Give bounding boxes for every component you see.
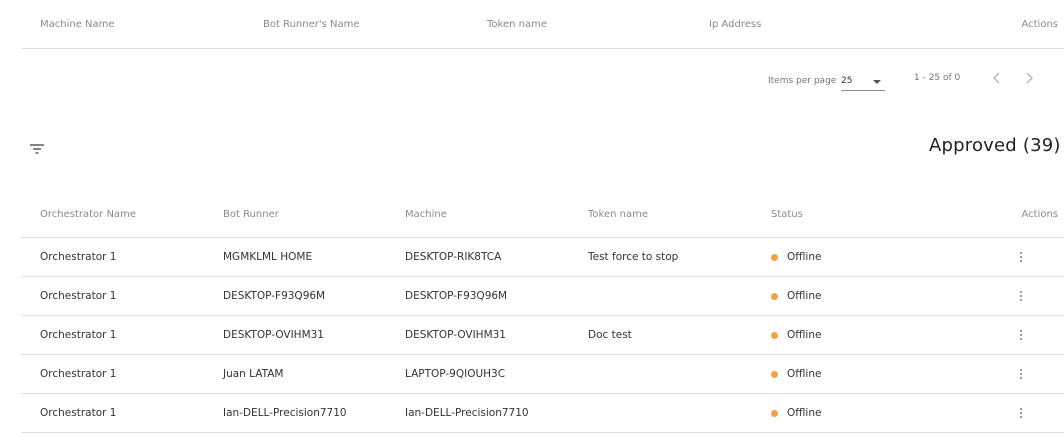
column-header-orchestrator-name: Orchestrator Name xyxy=(40,209,136,220)
token-name-cell: Test force to stop xyxy=(588,251,679,263)
items-per-page-select[interactable]: 25 xyxy=(841,72,885,91)
table-row: Orchestrator 1 DESKTOP-F93Q96M DESKTOP-F… xyxy=(21,277,1064,316)
chevron-right-icon xyxy=(1026,72,1033,84)
bot-runner-cell: Juan LATAM xyxy=(223,368,284,380)
row-actions-menu-button[interactable] xyxy=(1015,248,1027,266)
column-header-token-name: Token name xyxy=(487,19,547,30)
bot-runner-cell: DESKTOP-F93Q96M xyxy=(223,290,326,302)
row-actions-menu-button[interactable] xyxy=(1015,287,1027,305)
column-header-bot-runner-name: Bot Runner's Name xyxy=(263,19,360,30)
machine-cell: Ian-DELL-Precision7710 xyxy=(405,407,529,419)
status-dot-icon xyxy=(771,371,778,378)
bot-runner-cell: Ian-DELL-Precision7710 xyxy=(223,407,347,419)
column-header-machine: Machine xyxy=(405,209,447,220)
status-dot-icon xyxy=(771,410,778,417)
range-label: 1 - 25 of 0 xyxy=(914,73,961,83)
more-vert-icon xyxy=(1020,369,1022,371)
more-vert-icon xyxy=(1020,260,1022,262)
items-per-page-value: 25 xyxy=(841,76,853,86)
bot-runner-cell: MGMKLML HOME xyxy=(223,251,313,263)
more-vert-icon xyxy=(1020,295,1022,297)
more-vert-icon xyxy=(1020,334,1022,336)
approved-table: Orchestrator Name Bot Runner Machine Tok… xyxy=(21,192,1064,433)
status-cell: Offline xyxy=(787,329,822,341)
row-actions-menu-button[interactable] xyxy=(1015,365,1027,383)
more-vert-icon xyxy=(1020,256,1022,258)
approved-table-header: Orchestrator Name Bot Runner Machine Tok… xyxy=(21,192,1064,238)
table-row: Orchestrator 1 MGMKLML HOME DESKTOP-RIK8… xyxy=(21,238,1064,277)
filter-button[interactable] xyxy=(28,140,46,158)
orchestrator-name-cell: Orchestrator 1 xyxy=(40,329,117,341)
more-vert-icon xyxy=(1020,416,1022,418)
row-actions-menu-button[interactable] xyxy=(1015,404,1027,422)
row-actions-menu-button[interactable] xyxy=(1015,326,1027,344)
status-dot-icon xyxy=(771,254,778,261)
items-per-page-label: Items per page xyxy=(768,76,837,86)
more-vert-icon xyxy=(1020,408,1022,410)
caret-down-icon xyxy=(873,80,881,84)
chevron-left-icon xyxy=(993,72,1000,84)
section-title: Approved (39) xyxy=(929,135,1061,156)
orchestrator-name-cell: Orchestrator 1 xyxy=(40,290,117,302)
status-cell: Offline xyxy=(787,368,822,380)
machine-cell: LAPTOP-9QIOUH3C xyxy=(405,368,506,380)
more-vert-icon xyxy=(1020,291,1022,293)
status-dot-icon xyxy=(771,332,778,339)
more-vert-icon xyxy=(1020,252,1022,254)
more-vert-icon xyxy=(1020,330,1022,332)
next-page-button[interactable] xyxy=(1019,68,1039,88)
column-header-machine-name: Machine Name xyxy=(40,19,115,30)
more-vert-icon xyxy=(1020,412,1022,414)
previous-page-button[interactable] xyxy=(987,68,1007,88)
paginator: Items per page 25 1 - 25 of 0 xyxy=(0,66,1064,96)
more-vert-icon xyxy=(1020,373,1022,375)
machine-cell: DESKTOP-OVIHM31 xyxy=(405,329,506,341)
column-header-ip-address: Ip Address xyxy=(709,19,762,30)
more-vert-icon xyxy=(1020,377,1022,379)
more-vert-icon xyxy=(1020,338,1022,340)
column-header-status: Status xyxy=(771,209,803,220)
orchestrator-name-cell: Orchestrator 1 xyxy=(40,251,117,263)
status-cell: Offline xyxy=(787,251,822,263)
orchestrator-name-cell: Orchestrator 1 xyxy=(40,407,117,419)
token-name-cell: Doc test xyxy=(588,329,632,341)
status-dot-icon xyxy=(771,293,778,300)
filter-icon xyxy=(30,144,44,154)
column-header-actions: Actions xyxy=(1021,19,1058,30)
column-header-bot-runner: Bot Runner xyxy=(223,209,279,220)
status-cell: Offline xyxy=(787,407,822,419)
column-header-actions: Actions xyxy=(1021,209,1058,220)
bot-runner-cell: DESKTOP-OVIHM31 xyxy=(223,329,324,341)
more-vert-icon xyxy=(1020,299,1022,301)
table-row: Orchestrator 1 Juan LATAM LAPTOP-9QIOUH3… xyxy=(21,355,1064,394)
machine-cell: DESKTOP-F93Q96M xyxy=(405,290,508,302)
column-header-token-name: Token name xyxy=(588,209,648,220)
orchestrator-name-cell: Orchestrator 1 xyxy=(40,368,117,380)
machine-cell: DESKTOP-RIK8TCA xyxy=(405,251,502,263)
status-cell: Offline xyxy=(787,290,822,302)
pending-table-header: Machine Name Bot Runner's Name Token nam… xyxy=(21,0,1064,49)
page: Machine Name Bot Runner's Name Token nam… xyxy=(0,0,1064,438)
table-row: Orchestrator 1 Ian-DELL-Precision7710 Ia… xyxy=(21,394,1064,433)
table-row: Orchestrator 1 DESKTOP-OVIHM31 DESKTOP-O… xyxy=(21,316,1064,355)
